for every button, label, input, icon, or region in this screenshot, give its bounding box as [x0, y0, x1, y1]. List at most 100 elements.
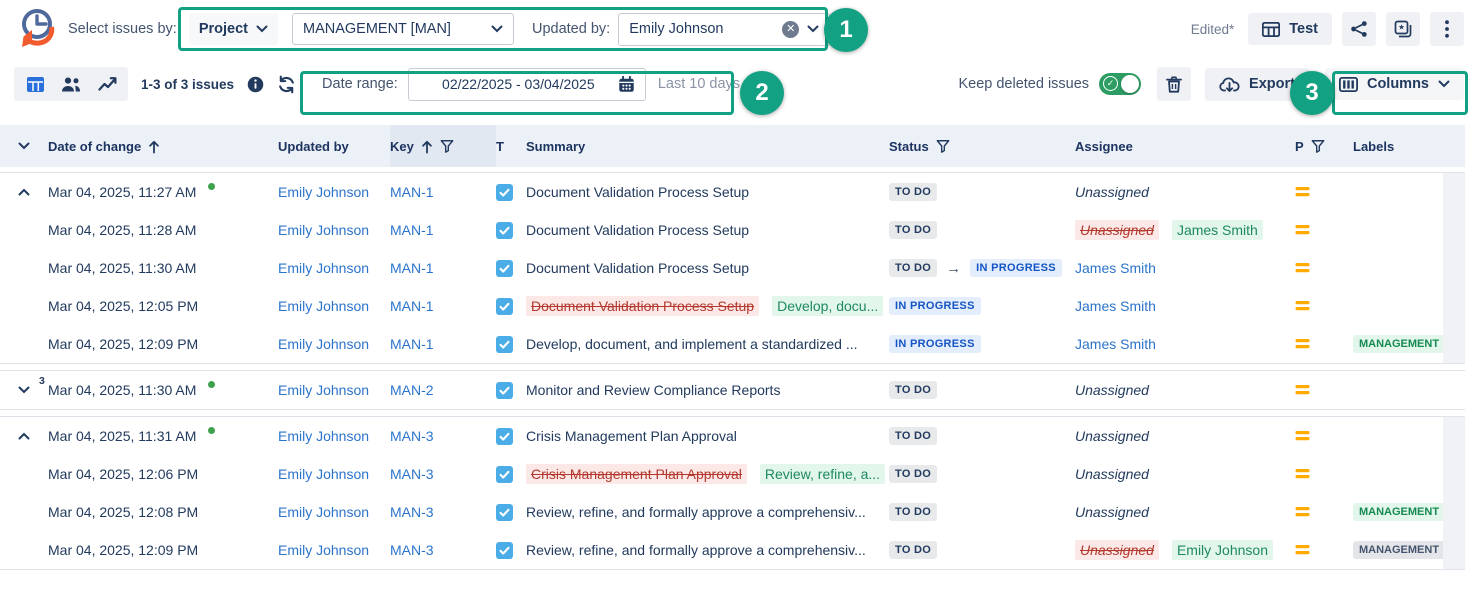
- issue-key-link[interactable]: MAN-1: [390, 336, 434, 352]
- change-date: Mar 04, 2025, 11:31 AM: [48, 428, 196, 444]
- column-header-assignee[interactable]: Assignee: [1075, 139, 1295, 154]
- change-date: Mar 04, 2025, 11:27 AM: [48, 184, 196, 200]
- issue-group: 3Mar 04, 2025, 11:30 AMEmily JohnsonMAN-…: [0, 370, 1465, 410]
- status-badge: IN PROGRESS: [889, 335, 981, 353]
- issue-key-cell: MAN-1: [390, 298, 496, 314]
- filter-icon[interactable]: [1311, 139, 1325, 153]
- updated-by-cell: Emily Johnson: [278, 260, 390, 276]
- issue-key-link[interactable]: MAN-1: [390, 184, 434, 200]
- assignee-cell: UnassignedJames Smith: [1075, 220, 1295, 240]
- updated-by-select[interactable]: Emily Johnson ✕: [618, 13, 830, 46]
- column-header-labels[interactable]: Labels: [1353, 139, 1465, 154]
- column-header-type[interactable]: T: [496, 139, 526, 154]
- updated-by-cell: Emily Johnson: [278, 466, 390, 482]
- assignee-cell: James Smith: [1075, 298, 1295, 314]
- issue-key-cell: MAN-1: [390, 336, 496, 352]
- column-header-updated-by[interactable]: Updated by: [278, 139, 390, 154]
- column-label: Updated by: [278, 139, 349, 154]
- updated-by-user-link[interactable]: Emily Johnson: [278, 382, 369, 398]
- priority-cell: [1295, 262, 1353, 274]
- change-date-cell: Mar 04, 2025, 11:27 AM: [48, 184, 278, 200]
- issue-key-link[interactable]: MAN-1: [390, 260, 434, 276]
- issue-key-cell: MAN-2: [390, 382, 496, 398]
- deleted-issues-button[interactable]: [1157, 67, 1191, 101]
- status-cell: TO DO: [889, 503, 1075, 521]
- chart-view-button[interactable]: [91, 71, 123, 97]
- column-label: Summary: [526, 139, 585, 154]
- column-header-key[interactable]: Key: [390, 125, 496, 167]
- export-label: Export: [1249, 76, 1295, 92]
- new-change-dot: [208, 427, 215, 434]
- share-button[interactable]: [1342, 12, 1376, 46]
- project-value-select[interactable]: MANAGEMENT [MAN]: [292, 13, 514, 45]
- people-view-button[interactable]: [55, 71, 87, 97]
- assignee-cell: UnassignedEmily Johnson: [1075, 540, 1295, 560]
- chevron-down-icon: [18, 386, 30, 394]
- issue-type-cell: [496, 504, 526, 521]
- report-name-button[interactable]: Test: [1248, 13, 1332, 45]
- assignee-new-value: Emily Johnson: [1172, 540, 1273, 560]
- assignee-user-link[interactable]: James Smith: [1075, 336, 1156, 352]
- issue-key-link[interactable]: MAN-3: [390, 428, 434, 444]
- group-toggle-button[interactable]: [18, 432, 30, 440]
- saved-reports-button[interactable]: [1386, 12, 1420, 46]
- column-header-date[interactable]: Date of change: [48, 139, 278, 154]
- updated-by-user-link[interactable]: Emily Johnson: [278, 542, 369, 558]
- change-date-cell: Mar 04, 2025, 11:30 AM: [48, 260, 278, 276]
- more-options-button[interactable]: [1430, 12, 1464, 46]
- share-icon: [1350, 20, 1368, 38]
- table-view-button[interactable]: [19, 71, 51, 97]
- saved-reports-icon: [1394, 20, 1412, 38]
- refresh-button[interactable]: [277, 75, 296, 94]
- assignee-new-value: James Smith: [1172, 220, 1263, 240]
- issue-key-link[interactable]: MAN-3: [390, 542, 434, 558]
- updated-by-user-link[interactable]: Emily Johnson: [278, 184, 369, 200]
- updated-by-cell: Emily Johnson: [278, 428, 390, 444]
- assignee-user-link[interactable]: James Smith: [1075, 298, 1156, 314]
- issue-key-cell: MAN-1: [390, 260, 496, 276]
- column-header-summary[interactable]: Summary: [526, 139, 889, 154]
- updated-by-user-link[interactable]: Emily Johnson: [278, 298, 369, 314]
- column-header-status[interactable]: Status: [889, 139, 1075, 154]
- chevron-down-icon: [1438, 80, 1450, 88]
- issue-group: Mar 04, 2025, 11:27 AM Emily Johnson MAN-1…: [0, 172, 1465, 364]
- issue-type-cell: [496, 466, 526, 483]
- info-button[interactable]: [247, 76, 264, 93]
- group-toggle-button[interactable]: [18, 188, 30, 196]
- assignee-cell: Unassigned: [1075, 504, 1295, 520]
- keep-deleted-toggle[interactable]: ✓: [1099, 73, 1141, 95]
- issue-key-link[interactable]: MAN-3: [390, 504, 434, 520]
- task-type-icon: [496, 542, 513, 559]
- issue-key-link[interactable]: MAN-1: [390, 298, 434, 314]
- updated-by-user-link[interactable]: Emily Johnson: [278, 466, 369, 482]
- columns-button[interactable]: Columns: [1325, 68, 1464, 100]
- group-toggle-button[interactable]: [18, 386, 30, 394]
- priority-medium-icon: [1295, 544, 1310, 556]
- change-date-cell: Mar 04, 2025, 12:06 PM: [48, 466, 278, 482]
- updated-by-cell: Emily Johnson: [278, 542, 390, 558]
- issue-type-cell: [496, 336, 526, 353]
- filter-icon[interactable]: [440, 139, 454, 153]
- column-header-priority[interactable]: P: [1295, 139, 1353, 154]
- issue-key-link[interactable]: MAN-1: [390, 222, 434, 238]
- updated-by-user-link[interactable]: Emily Johnson: [278, 336, 369, 352]
- refresh-icon: [277, 75, 296, 94]
- history-row: Mar 04, 2025, 11:27 AM Emily Johnson MAN-1…: [0, 173, 1465, 211]
- issue-key-link[interactable]: MAN-2: [390, 382, 434, 398]
- updated-by-user-link[interactable]: Emily Johnson: [278, 260, 369, 276]
- priority-medium-icon: [1295, 262, 1310, 274]
- updated-by-user-link[interactable]: Emily Johnson: [278, 504, 369, 520]
- updated-by-user-link[interactable]: Emily Johnson: [278, 222, 369, 238]
- issue-key-link[interactable]: MAN-3: [390, 466, 434, 482]
- clear-selection-icon[interactable]: ✕: [782, 21, 799, 38]
- priority-medium-icon: [1295, 384, 1310, 396]
- priority-cell: [1295, 186, 1353, 198]
- info-icon: [247, 76, 264, 93]
- filter-icon[interactable]: [936, 139, 950, 153]
- collapse-all-header[interactable]: [0, 142, 48, 150]
- assignee-user-link[interactable]: James Smith: [1075, 260, 1156, 276]
- calendar-icon[interactable]: [618, 76, 635, 93]
- project-selector-dropdown[interactable]: Project: [189, 13, 278, 45]
- updated-by-user-link[interactable]: Emily Johnson: [278, 428, 369, 444]
- date-range-input[interactable]: 02/22/2025 - 03/04/2025: [408, 68, 646, 101]
